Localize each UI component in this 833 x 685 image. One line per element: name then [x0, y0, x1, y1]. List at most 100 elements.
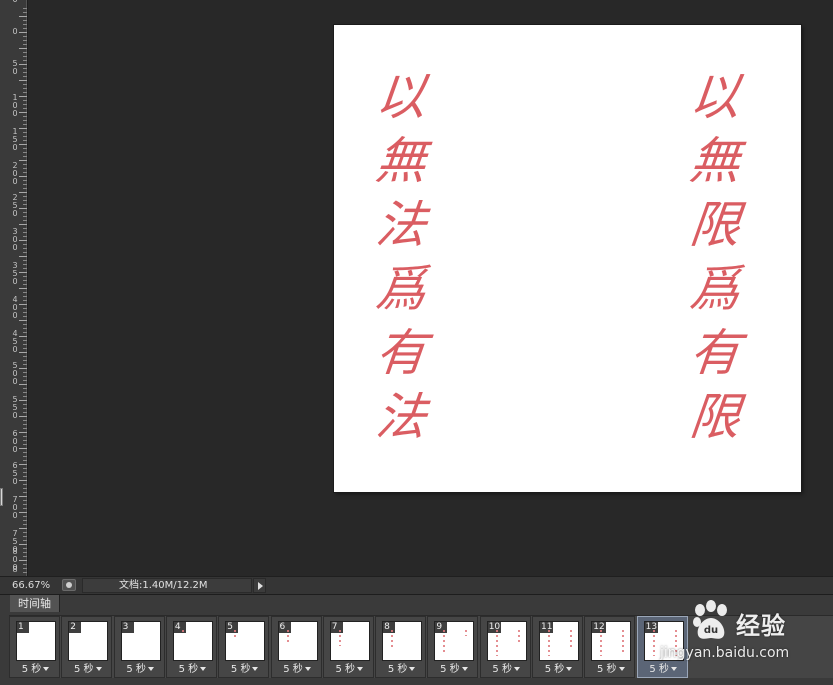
frame-delay-dropdown[interactable]: 5 秒 — [533, 663, 584, 676]
ruler-tick — [19, 496, 27, 497]
ruler-tick — [23, 40, 27, 41]
timeline-panel: 时间轴 1 5 秒 2 5 秒 3 5 秒 4 5 秒 5 5 秒 6 5 秒 7 5 秒 8 5 秒 9 5 秒… — [0, 594, 833, 685]
ruler-tick — [19, 144, 27, 145]
ruler-tick — [23, 172, 27, 173]
ruler-tick — [23, 376, 27, 377]
timeline-frame[interactable]: 12 5 秒 — [584, 616, 636, 678]
frame-delay-dropdown[interactable]: 5 秒 — [376, 663, 427, 676]
ruler-tick — [23, 280, 27, 281]
frame-delay-label: 5 秒 — [230, 664, 251, 675]
calligraphy-character: 以 — [686, 68, 744, 126]
vertical-ruler[interactable]: 0 0 5 0 1 0 0 1 5 0 2 0 0 2 5 0 3 0 0 3 5 0 4 0 0… — [0, 0, 28, 576]
timeline-frame[interactable]: 2 5 秒 — [61, 616, 113, 678]
frame-delay-label: 5 秒 — [649, 664, 669, 675]
ruler-label: 4 5 0 — [12, 329, 18, 354]
frame-delay-label: 5 秒 — [597, 664, 617, 675]
ruler-tick — [23, 72, 27, 73]
thumb-ink-line — [600, 630, 603, 656]
ruler-tick — [23, 536, 27, 537]
frame-delay-label: 5 秒 — [492, 664, 512, 675]
ruler-tick — [23, 184, 27, 185]
calligraphy-character: 法 — [372, 388, 430, 446]
frame-number: 9 — [435, 622, 448, 633]
ruler-label: 5 0 0 — [12, 361, 18, 386]
frame-thumbnail: 9 — [434, 621, 475, 661]
ruler-tick — [19, 416, 27, 417]
frame-number: 12 — [592, 622, 606, 633]
ruler-tick — [19, 32, 27, 33]
document-canvas[interactable]: 以無法爲有法 以無限爲有限 — [334, 25, 801, 492]
ruler-tick — [23, 8, 27, 9]
ruler-tick — [23, 500, 27, 501]
frame-delay-label: 5 秒 — [283, 664, 303, 675]
timeline-frame[interactable]: 8 5 秒 — [375, 616, 427, 678]
ruler-tick — [23, 212, 27, 213]
tab-timeline[interactable]: 时间轴 — [10, 595, 60, 612]
timeline-frame[interactable]: 13 5 秒 — [636, 616, 689, 678]
ruler-tick — [23, 308, 27, 309]
ruler-tick — [23, 484, 27, 485]
ruler-tick — [23, 552, 27, 553]
ruler-label: 2 0 0 — [12, 161, 18, 186]
ruler-tick — [23, 488, 27, 489]
timeline-frame[interactable]: 6 5 秒 — [270, 616, 323, 678]
frame-delay-dropdown[interactable]: 5 秒 — [638, 663, 689, 676]
ruler-tick — [23, 156, 27, 157]
ruler-tick — [23, 132, 27, 133]
status-preview-icon[interactable] — [62, 579, 76, 591]
frame-delay-dropdown[interactable]: 5 秒 — [219, 663, 270, 676]
frame-delay-dropdown[interactable]: 5 秒 — [481, 663, 532, 676]
timeline-frame[interactable]: 5 5 秒 — [218, 616, 270, 678]
ruler-tick — [23, 404, 27, 405]
ruler-tick — [23, 524, 27, 525]
frame-delay-dropdown[interactable]: 5 秒 — [167, 663, 218, 676]
ruler-tick — [23, 380, 27, 381]
ruler-tick — [19, 544, 27, 545]
timeline-frame[interactable]: 9 5 秒 — [427, 616, 479, 678]
ruler-tick — [23, 200, 27, 201]
frame-delay-label: 5 秒 — [178, 664, 199, 675]
timeline-frame[interactable]: 4 5 秒 — [165, 616, 218, 678]
frame-thumbnail: 5 — [225, 621, 266, 661]
frame-delay-dropdown[interactable]: 5 秒 — [272, 663, 323, 676]
chevron-down-icon — [304, 667, 311, 671]
frame-delay-dropdown[interactable]: 5 秒 — [585, 663, 636, 676]
timeline-frame[interactable]: 10 5 秒 — [479, 616, 532, 678]
frame-thumbnail: 4 — [172, 621, 213, 661]
timeline-frame[interactable]: 3 5 秒 — [113, 616, 166, 678]
ruler-tick — [23, 456, 27, 457]
status-menu-arrow-icon[interactable] — [253, 578, 266, 593]
ruler-tick — [23, 12, 27, 13]
thumb-ink-line — [443, 630, 446, 654]
ruler-tick — [23, 372, 27, 373]
ruler-tick — [23, 356, 27, 357]
ruler-tick — [19, 432, 27, 433]
frame-delay-dropdown[interactable]: 5 秒 — [62, 663, 113, 676]
ruler-label: 1 5 0 — [12, 127, 18, 152]
timeline-frame[interactable]: 1 5 秒 — [9, 616, 60, 678]
ruler-tick — [23, 140, 27, 141]
frame-delay-dropdown[interactable]: 5 秒 — [428, 663, 479, 676]
ruler-label: 3 0 0 — [12, 227, 18, 252]
ruler-tick — [23, 344, 27, 345]
ruler-tick — [19, 288, 27, 289]
ruler-label: 8 — [12, 565, 18, 574]
ruler-tick — [23, 328, 27, 329]
calligraphy-character: 限 — [686, 196, 744, 254]
frame-number: 3 — [121, 622, 134, 633]
ruler-tick — [23, 556, 27, 557]
ruler-label: 5 0 — [12, 59, 18, 76]
ruler-tick — [23, 388, 27, 389]
zoom-level[interactable]: 66.67% — [12, 579, 50, 592]
frame-delay-dropdown[interactable]: 5 秒 — [324, 663, 375, 676]
timeline-frame[interactable]: 11 5 秒 — [532, 616, 583, 678]
frame-delay-dropdown[interactable]: 5 秒 — [10, 663, 61, 676]
ruler-tick — [19, 400, 27, 401]
ruler-label: 4 0 0 — [12, 295, 18, 320]
canvas-area[interactable]: 以無法爲有法 以無限爲有限 — [28, 0, 833, 576]
timeline-frame[interactable]: 7 5 秒 — [322, 616, 375, 678]
chevron-down-icon — [95, 667, 102, 671]
ruler-tick — [23, 508, 27, 509]
ruler-tick — [23, 100, 27, 101]
frame-delay-dropdown[interactable]: 5 秒 — [115, 663, 166, 676]
